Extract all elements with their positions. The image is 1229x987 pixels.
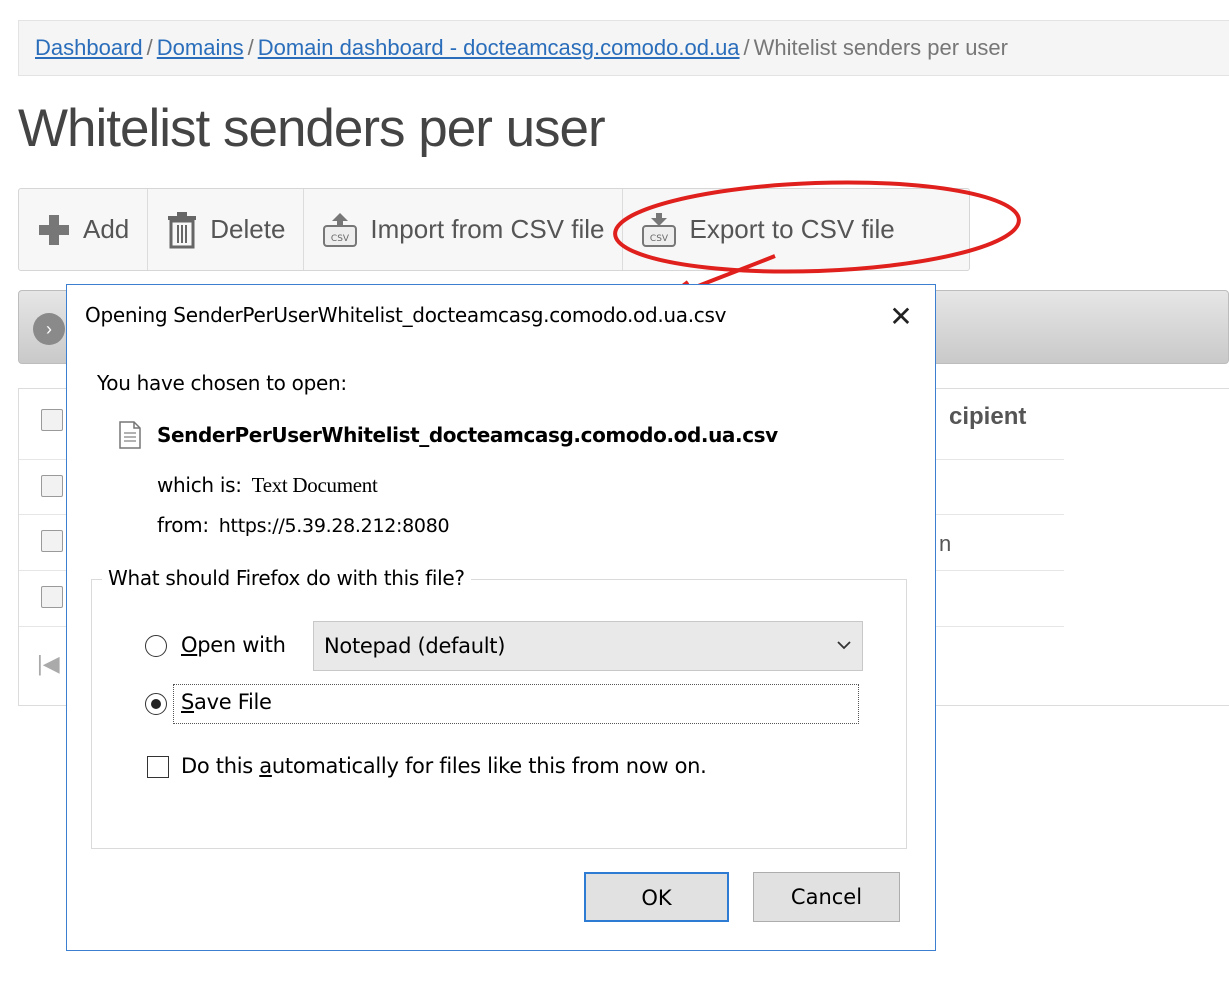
plus-icon [37,213,71,247]
export-csv-label: Export to CSV file [689,214,895,244]
delete-button[interactable]: Delete [148,189,305,270]
file-source-row: from: https://5.39.28.212:8080 [157,513,450,537]
save-file-radio[interactable] [145,693,167,715]
chevron-down-icon [836,622,852,689]
svg-text:CSV: CSV [650,234,669,244]
file-source-key: from: [157,513,209,537]
file-type-value: Text Document [251,473,378,497]
breadcrumb-current: Whitelist senders per user [753,35,1008,60]
import-csv-button[interactable]: CSV Import from CSV file [304,189,624,270]
toolbar: Add Delete CSV Import from CSV file CSV … [18,188,970,271]
ok-button[interactable]: OK [584,872,729,922]
breadcrumb: Dashboard / Domains / Domain dashboard - doc… [18,20,1229,76]
save-file-text: ave File [194,690,272,714]
open-with-app-value: Notepad (default) [324,634,506,658]
save-file-focus-ring [173,684,859,724]
text-file-icon [119,421,141,453]
svg-text:CSV: CSV [331,234,350,244]
file-type-key: which is: [157,473,242,497]
cancel-button[interactable]: Cancel [753,872,900,922]
csv-upload-icon: CSV [322,212,358,248]
save-file-access-key: S [181,690,195,714]
column-header-recipient[interactable]: cipient [949,403,1026,431]
save-file-label[interactable]: Save File [181,690,272,714]
auto-action-text-post: utomatically for files like this from no… [271,754,707,778]
file-type-row: which is: Text Document [157,473,378,498]
file-name: SenderPerUserWhitelist_docteamcasg.comod… [157,423,778,447]
export-csv-button[interactable]: CSV Export to CSV file [623,189,912,270]
add-button[interactable]: Add [19,189,149,270]
auto-action-text-pre: Do this [181,754,260,778]
select-all-checkbox[interactable] [41,409,63,431]
breadcrumb-domain-dashboard-link[interactable]: Domain dashboard - docteamcasg.comodo.od… [258,35,740,60]
action-group-legend: What should Firefox do with this file? [102,566,471,590]
open-with-radio[interactable] [145,635,167,657]
auto-action-access-key: a [259,754,272,778]
add-button-label: Add [83,214,130,244]
dialog-title: Opening SenderPerUserWhitelist_docteamca… [85,303,727,327]
chevron-right-circle-icon[interactable]: › [33,313,65,345]
breadcrumb-separator: / [743,35,750,60]
page-title: Whitelist senders per user [18,99,606,158]
delete-button-label: Delete [210,214,286,244]
chosen-to-open-label: You have chosen to open: [97,371,347,395]
csv-download-icon: CSV [641,212,677,248]
open-with-label[interactable]: Open with [181,633,286,657]
trash-icon [166,211,198,249]
breadcrumb-separator: / [247,35,254,60]
open-file-dialog: Opening SenderPerUserWhitelist_docteamca… [66,284,936,951]
breadcrumb-separator: / [146,35,153,60]
import-csv-label: Import from CSV file [370,214,605,244]
breadcrumb-dashboard-link[interactable]: Dashboard [35,35,143,60]
auto-action-checkbox[interactable] [147,756,169,778]
breadcrumb-domains-link[interactable]: Domains [157,35,244,60]
row-checkbox[interactable] [41,586,63,608]
open-with-text: pen with [197,633,286,657]
auto-action-label[interactable]: Do this automatically for files like thi… [181,754,707,778]
open-with-app-select[interactable]: Notepad (default) [313,621,863,671]
row-checkbox[interactable] [41,475,63,497]
close-icon[interactable]: ✕ [881,297,921,337]
open-with-access-key: O [181,633,198,657]
grid-cell-partial: n [939,531,952,556]
file-source-value: https://5.39.28.212:8080 [218,515,450,537]
first-page-icon[interactable]: |◀ [37,651,60,677]
row-checkbox[interactable] [41,530,63,552]
